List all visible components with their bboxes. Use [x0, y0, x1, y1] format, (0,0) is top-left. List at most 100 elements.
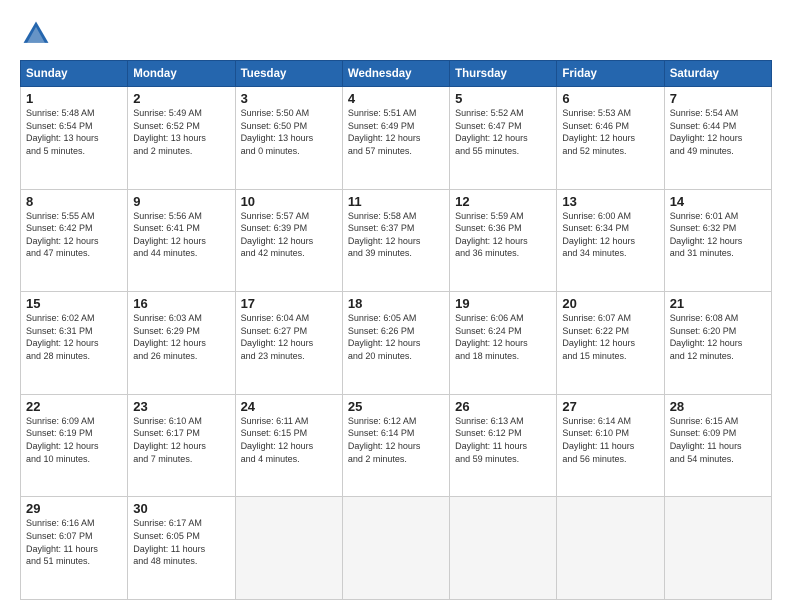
cell-info: Sunrise: 6:00 AMSunset: 6:34 PMDaylight:…	[562, 210, 658, 260]
cell-info: Sunrise: 5:57 AMSunset: 6:39 PMDaylight:…	[241, 210, 337, 260]
cell-info: Sunrise: 5:54 AMSunset: 6:44 PMDaylight:…	[670, 107, 766, 157]
day-number: 5	[455, 91, 551, 106]
calendar-cell: 19Sunrise: 6:06 AMSunset: 6:24 PMDayligh…	[450, 292, 557, 395]
day-number: 13	[562, 194, 658, 209]
week-row-1: 1Sunrise: 5:48 AMSunset: 6:54 PMDaylight…	[21, 87, 772, 190]
cell-info: Sunrise: 5:50 AMSunset: 6:50 PMDaylight:…	[241, 107, 337, 157]
calendar-cell: 6Sunrise: 5:53 AMSunset: 6:46 PMDaylight…	[557, 87, 664, 190]
cell-info: Sunrise: 5:59 AMSunset: 6:36 PMDaylight:…	[455, 210, 551, 260]
cell-info: Sunrise: 6:08 AMSunset: 6:20 PMDaylight:…	[670, 312, 766, 362]
calendar-cell	[557, 497, 664, 600]
day-number: 2	[133, 91, 229, 106]
calendar-cell: 24Sunrise: 6:11 AMSunset: 6:15 PMDayligh…	[235, 394, 342, 497]
logo	[20, 18, 56, 50]
cell-info: Sunrise: 5:53 AMSunset: 6:46 PMDaylight:…	[562, 107, 658, 157]
calendar-cell: 7Sunrise: 5:54 AMSunset: 6:44 PMDaylight…	[664, 87, 771, 190]
day-number: 26	[455, 399, 551, 414]
col-header-thursday: Thursday	[450, 61, 557, 87]
calendar-cell	[235, 497, 342, 600]
day-number: 8	[26, 194, 122, 209]
cell-info: Sunrise: 6:12 AMSunset: 6:14 PMDaylight:…	[348, 415, 444, 465]
calendar-cell: 23Sunrise: 6:10 AMSunset: 6:17 PMDayligh…	[128, 394, 235, 497]
col-header-saturday: Saturday	[664, 61, 771, 87]
calendar-cell: 30Sunrise: 6:17 AMSunset: 6:05 PMDayligh…	[128, 497, 235, 600]
cell-info: Sunrise: 6:11 AMSunset: 6:15 PMDaylight:…	[241, 415, 337, 465]
day-number: 9	[133, 194, 229, 209]
cell-info: Sunrise: 6:02 AMSunset: 6:31 PMDaylight:…	[26, 312, 122, 362]
day-number: 12	[455, 194, 551, 209]
day-number: 15	[26, 296, 122, 311]
calendar-cell: 25Sunrise: 6:12 AMSunset: 6:14 PMDayligh…	[342, 394, 449, 497]
calendar-cell	[342, 497, 449, 600]
calendar-cell	[664, 497, 771, 600]
cell-info: Sunrise: 6:07 AMSunset: 6:22 PMDaylight:…	[562, 312, 658, 362]
col-header-sunday: Sunday	[21, 61, 128, 87]
day-number: 16	[133, 296, 229, 311]
col-header-tuesday: Tuesday	[235, 61, 342, 87]
calendar-cell: 20Sunrise: 6:07 AMSunset: 6:22 PMDayligh…	[557, 292, 664, 395]
cell-info: Sunrise: 6:14 AMSunset: 6:10 PMDaylight:…	[562, 415, 658, 465]
day-number: 28	[670, 399, 766, 414]
day-number: 27	[562, 399, 658, 414]
calendar-cell: 29Sunrise: 6:16 AMSunset: 6:07 PMDayligh…	[21, 497, 128, 600]
day-number: 18	[348, 296, 444, 311]
header	[20, 18, 772, 50]
day-number: 11	[348, 194, 444, 209]
calendar-cell: 2Sunrise: 5:49 AMSunset: 6:52 PMDaylight…	[128, 87, 235, 190]
cell-info: Sunrise: 5:52 AMSunset: 6:47 PMDaylight:…	[455, 107, 551, 157]
week-row-5: 29Sunrise: 6:16 AMSunset: 6:07 PMDayligh…	[21, 497, 772, 600]
day-number: 22	[26, 399, 122, 414]
calendar-header-row: SundayMondayTuesdayWednesdayThursdayFrid…	[21, 61, 772, 87]
cell-info: Sunrise: 6:09 AMSunset: 6:19 PMDaylight:…	[26, 415, 122, 465]
calendar-cell: 9Sunrise: 5:56 AMSunset: 6:41 PMDaylight…	[128, 189, 235, 292]
calendar-cell: 4Sunrise: 5:51 AMSunset: 6:49 PMDaylight…	[342, 87, 449, 190]
calendar-cell: 14Sunrise: 6:01 AMSunset: 6:32 PMDayligh…	[664, 189, 771, 292]
col-header-monday: Monday	[128, 61, 235, 87]
calendar-cell: 18Sunrise: 6:05 AMSunset: 6:26 PMDayligh…	[342, 292, 449, 395]
cell-info: Sunrise: 6:17 AMSunset: 6:05 PMDaylight:…	[133, 517, 229, 567]
calendar-cell: 17Sunrise: 6:04 AMSunset: 6:27 PMDayligh…	[235, 292, 342, 395]
cell-info: Sunrise: 6:10 AMSunset: 6:17 PMDaylight:…	[133, 415, 229, 465]
calendar-cell: 21Sunrise: 6:08 AMSunset: 6:20 PMDayligh…	[664, 292, 771, 395]
cell-info: Sunrise: 6:13 AMSunset: 6:12 PMDaylight:…	[455, 415, 551, 465]
calendar-cell: 3Sunrise: 5:50 AMSunset: 6:50 PMDaylight…	[235, 87, 342, 190]
day-number: 17	[241, 296, 337, 311]
day-number: 3	[241, 91, 337, 106]
day-number: 23	[133, 399, 229, 414]
calendar-cell: 1Sunrise: 5:48 AMSunset: 6:54 PMDaylight…	[21, 87, 128, 190]
cell-info: Sunrise: 6:05 AMSunset: 6:26 PMDaylight:…	[348, 312, 444, 362]
calendar-cell: 5Sunrise: 5:52 AMSunset: 6:47 PMDaylight…	[450, 87, 557, 190]
day-number: 30	[133, 501, 229, 516]
calendar-cell: 16Sunrise: 6:03 AMSunset: 6:29 PMDayligh…	[128, 292, 235, 395]
calendar-cell: 11Sunrise: 5:58 AMSunset: 6:37 PMDayligh…	[342, 189, 449, 292]
day-number: 29	[26, 501, 122, 516]
cell-info: Sunrise: 6:15 AMSunset: 6:09 PMDaylight:…	[670, 415, 766, 465]
calendar-cell: 15Sunrise: 6:02 AMSunset: 6:31 PMDayligh…	[21, 292, 128, 395]
day-number: 14	[670, 194, 766, 209]
calendar-cell: 27Sunrise: 6:14 AMSunset: 6:10 PMDayligh…	[557, 394, 664, 497]
day-number: 7	[670, 91, 766, 106]
calendar-cell: 12Sunrise: 5:59 AMSunset: 6:36 PMDayligh…	[450, 189, 557, 292]
calendar-cell: 10Sunrise: 5:57 AMSunset: 6:39 PMDayligh…	[235, 189, 342, 292]
day-number: 25	[348, 399, 444, 414]
cell-info: Sunrise: 6:06 AMSunset: 6:24 PMDaylight:…	[455, 312, 551, 362]
calendar-cell: 8Sunrise: 5:55 AMSunset: 6:42 PMDaylight…	[21, 189, 128, 292]
cell-info: Sunrise: 5:48 AMSunset: 6:54 PMDaylight:…	[26, 107, 122, 157]
calendar-cell: 22Sunrise: 6:09 AMSunset: 6:19 PMDayligh…	[21, 394, 128, 497]
day-number: 20	[562, 296, 658, 311]
day-number: 24	[241, 399, 337, 414]
day-number: 10	[241, 194, 337, 209]
day-number: 1	[26, 91, 122, 106]
cell-info: Sunrise: 5:56 AMSunset: 6:41 PMDaylight:…	[133, 210, 229, 260]
cell-info: Sunrise: 5:51 AMSunset: 6:49 PMDaylight:…	[348, 107, 444, 157]
calendar-cell: 26Sunrise: 6:13 AMSunset: 6:12 PMDayligh…	[450, 394, 557, 497]
day-number: 19	[455, 296, 551, 311]
logo-icon	[20, 18, 52, 50]
cell-info: Sunrise: 5:49 AMSunset: 6:52 PMDaylight:…	[133, 107, 229, 157]
week-row-4: 22Sunrise: 6:09 AMSunset: 6:19 PMDayligh…	[21, 394, 772, 497]
week-row-2: 8Sunrise: 5:55 AMSunset: 6:42 PMDaylight…	[21, 189, 772, 292]
cell-info: Sunrise: 6:04 AMSunset: 6:27 PMDaylight:…	[241, 312, 337, 362]
cell-info: Sunrise: 6:01 AMSunset: 6:32 PMDaylight:…	[670, 210, 766, 260]
calendar-table: SundayMondayTuesdayWednesdayThursdayFrid…	[20, 60, 772, 600]
day-number: 4	[348, 91, 444, 106]
